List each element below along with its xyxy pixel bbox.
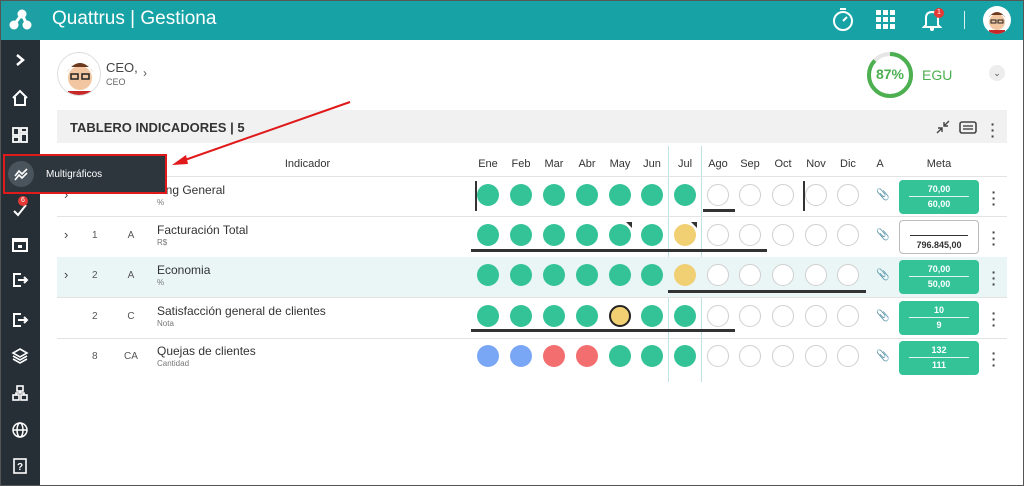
annotation-arrow (172, 101, 351, 165)
